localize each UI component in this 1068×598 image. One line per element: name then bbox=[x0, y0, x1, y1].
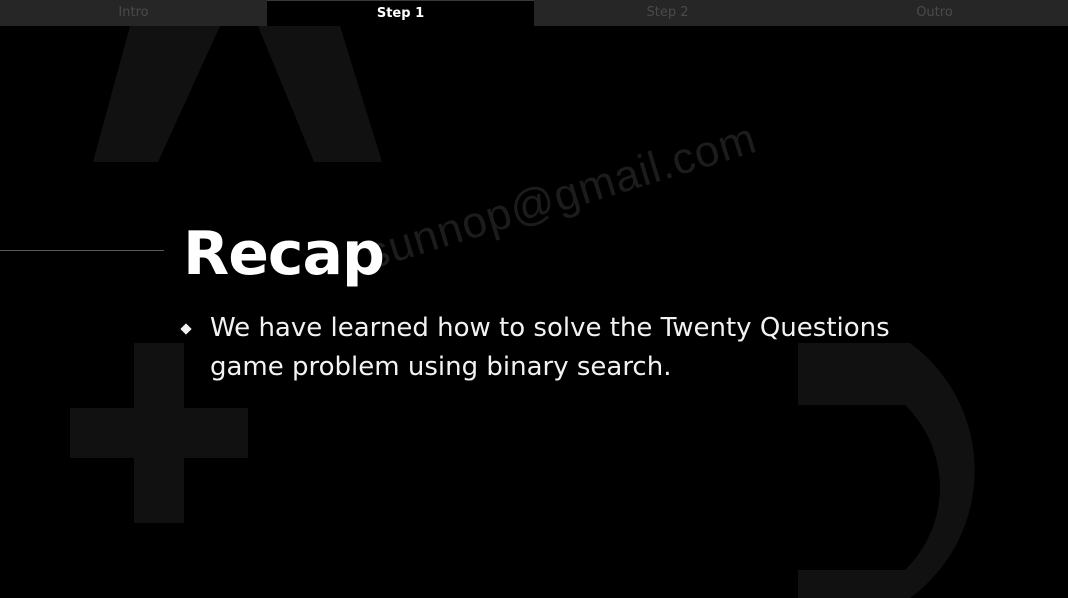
tab-step-1[interactable]: Step 1 bbox=[267, 0, 534, 26]
title-divider bbox=[0, 250, 164, 251]
tab-step-2[interactable]: Step 2 bbox=[534, 0, 801, 26]
background-decoration bbox=[70, 26, 975, 598]
bullet-item: We have learned how to solve the Twenty … bbox=[180, 309, 960, 387]
tab-outro[interactable]: Outro bbox=[801, 0, 1068, 26]
caret-shape bbox=[258, 26, 382, 162]
plus-shape-horizontal bbox=[70, 408, 248, 458]
bullet-list: We have learned how to solve the Twenty … bbox=[180, 309, 960, 387]
bullet-text: We have learned how to solve the Twenty … bbox=[210, 313, 890, 382]
diamond-bullet-icon bbox=[180, 323, 192, 335]
step-tab-bar: Intro Step 1 Step 2 Outro bbox=[0, 0, 1068, 26]
tab-intro[interactable]: Intro bbox=[0, 0, 267, 26]
slide-title: Recap bbox=[183, 219, 385, 289]
caret-shape bbox=[93, 26, 220, 162]
